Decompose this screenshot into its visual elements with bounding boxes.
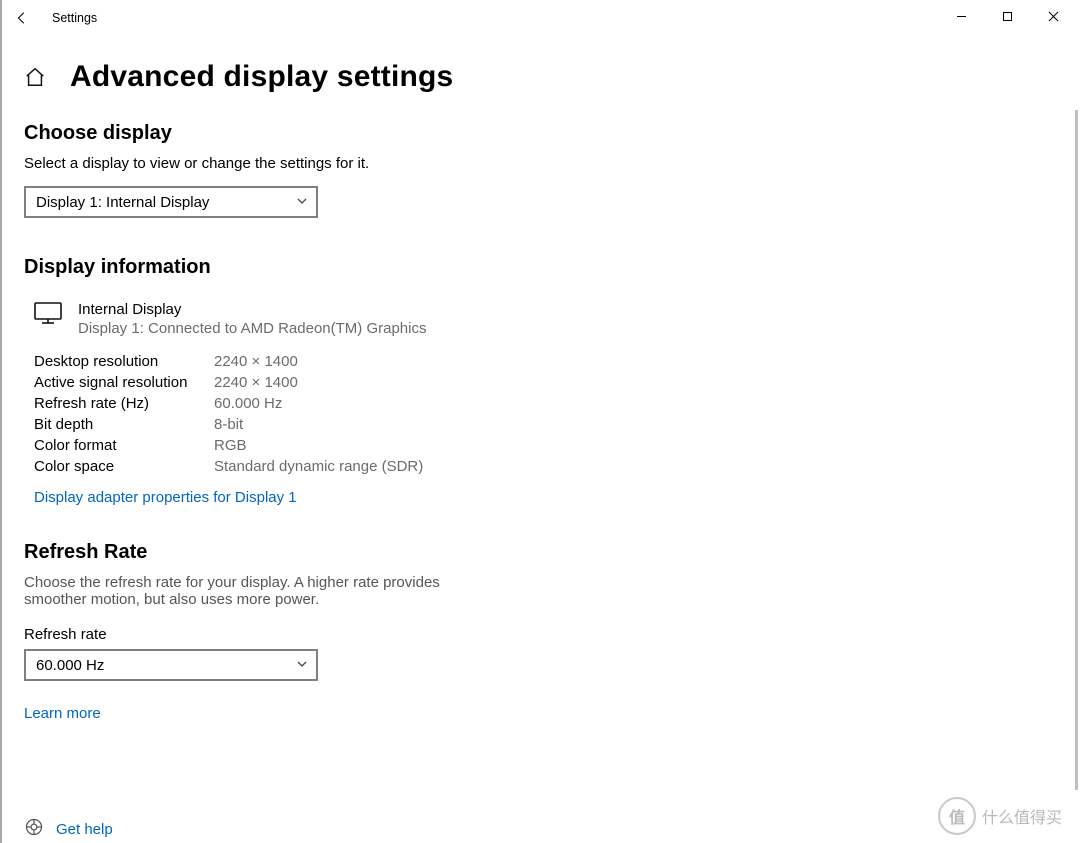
refresh-rate-label: Refresh rate <box>24 626 1056 643</box>
prop-row: Refresh rate (Hz)60.000 Hz <box>34 395 1056 412</box>
page-title-row: Advanced display settings <box>24 60 1056 94</box>
get-help-link[interactable]: Get help <box>56 821 113 838</box>
monitor-subtitle: Display 1: Connected to AMD Radeon(TM) G… <box>78 320 426 337</box>
prop-label: Active signal resolution <box>34 374 214 391</box>
back-button[interactable] <box>0 0 44 36</box>
window-title: Settings <box>52 11 97 25</box>
close-button[interactable] <box>1030 0 1076 32</box>
vertical-scrollbar[interactable] <box>1075 110 1078 790</box>
content-area: Advanced display settings Choose display… <box>0 36 1080 843</box>
refresh-rate-heading: Refresh Rate <box>24 541 1056 564</box>
prop-value: 2240 × 1400 <box>214 374 298 391</box>
choose-display-description: Select a display to view or change the s… <box>24 155 1056 172</box>
prop-row: Desktop resolution2240 × 1400 <box>34 353 1056 370</box>
prop-value: 2240 × 1400 <box>214 353 298 370</box>
display-select-value: Display 1: Internal Display <box>36 194 209 211</box>
prop-row: Color spaceStandard dynamic range (SDR) <box>34 458 1056 475</box>
prop-value: RGB <box>214 437 247 454</box>
prop-row: Bit depth8-bit <box>34 416 1056 433</box>
prop-label: Desktop resolution <box>34 353 214 370</box>
display-information-heading: Display information <box>24 256 1056 279</box>
monitor-text: Internal Display Display 1: Connected to… <box>78 301 426 337</box>
prop-value: 60.000 Hz <box>214 395 282 412</box>
choose-display-heading: Choose display <box>24 122 1056 145</box>
minimize-button[interactable] <box>938 0 984 32</box>
get-help-row: Get help <box>24 817 113 841</box>
prop-label: Bit depth <box>34 416 214 433</box>
window-controls <box>938 0 1076 32</box>
monitor-icon <box>34 301 62 330</box>
titlebar: Settings <box>0 0 1080 36</box>
prop-row: Color formatRGB <box>34 437 1056 454</box>
page-title: Advanced display settings <box>70 60 453 94</box>
display-select-dropdown[interactable]: Display 1: Internal Display <box>24 186 318 218</box>
prop-row: Active signal resolution2240 × 1400 <box>34 374 1056 391</box>
home-icon[interactable] <box>24 66 46 88</box>
prop-label: Color format <box>34 437 214 454</box>
prop-value: 8-bit <box>214 416 243 433</box>
maximize-button[interactable] <box>984 0 1030 32</box>
chevron-down-icon <box>296 657 308 674</box>
refresh-rate-description: Choose the refresh rate for your display… <box>24 574 464 608</box>
help-icon <box>24 817 44 841</box>
prop-label: Color space <box>34 458 214 475</box>
prop-label: Refresh rate (Hz) <box>34 395 214 412</box>
monitor-name: Internal Display <box>78 301 426 318</box>
refresh-rate-dropdown[interactable]: 60.000 Hz <box>24 649 318 681</box>
adapter-properties-link[interactable]: Display adapter properties for Display 1 <box>34 489 297 506</box>
learn-more-link[interactable]: Learn more <box>24 705 101 722</box>
display-info-block: Internal Display Display 1: Connected to… <box>24 301 1056 507</box>
prop-value: Standard dynamic range (SDR) <box>214 458 423 475</box>
monitor-row: Internal Display Display 1: Connected to… <box>34 301 1056 337</box>
display-properties: Desktop resolution2240 × 1400 Active sig… <box>34 353 1056 475</box>
refresh-rate-value: 60.000 Hz <box>36 657 104 674</box>
chevron-down-icon <box>296 194 308 211</box>
